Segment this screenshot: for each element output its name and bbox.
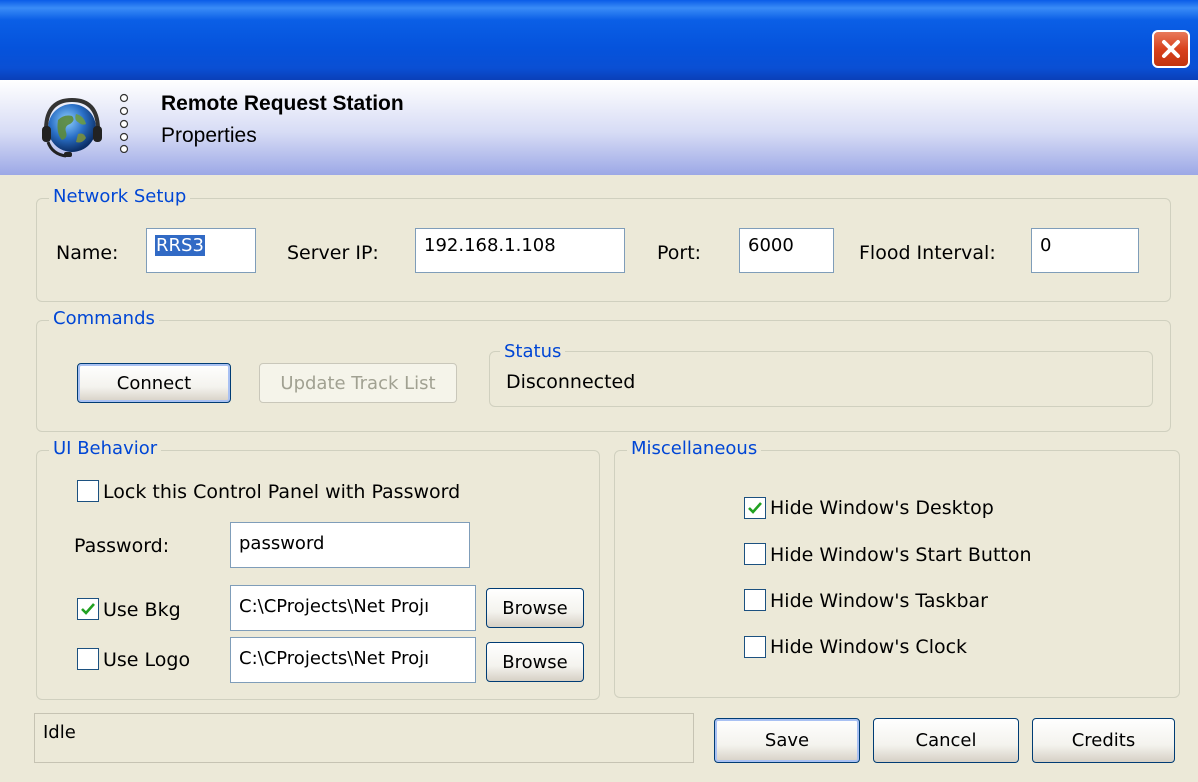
- app-title: Remote Request Station: [161, 92, 404, 115]
- server-ip-label: Server IP:: [287, 242, 379, 264]
- commands-title: Commands: [49, 308, 159, 329]
- checkmark-icon: [748, 502, 762, 514]
- lock-panel-checkbox[interactable]: [77, 480, 99, 502]
- bkg-browse-button[interactable]: Browse: [486, 588, 584, 628]
- checkmark-icon: [81, 603, 95, 615]
- logo-path-field[interactable]: C:\CProjects\Net Projı: [230, 637, 476, 683]
- network-setup-title: Network Setup: [49, 186, 191, 207]
- port-field[interactable]: 6000: [739, 228, 834, 273]
- logo-browse-button[interactable]: Browse: [486, 642, 584, 682]
- name-field[interactable]: RRS3: [146, 228, 256, 273]
- name-value: RRS3: [155, 235, 205, 256]
- close-button[interactable]: [1152, 30, 1190, 68]
- status-bar-text: Idle: [43, 722, 76, 743]
- use-bkg-label: Use Bkg: [103, 599, 181, 621]
- cancel-button[interactable]: Cancel: [873, 718, 1019, 763]
- server-ip-field[interactable]: 192.168.1.108: [415, 228, 625, 273]
- header-separator-dots: [117, 93, 131, 154]
- use-logo-checkbox[interactable]: [77, 648, 99, 670]
- hide-clock-checkbox[interactable]: [744, 636, 766, 658]
- credits-button[interactable]: Credits: [1032, 718, 1175, 763]
- bkg-path-field[interactable]: C:\CProjects\Net Projı: [230, 585, 476, 631]
- hide-taskbar-checkbox[interactable]: [744, 589, 766, 611]
- update-track-list-button[interactable]: Update Track List: [259, 363, 457, 403]
- miscellaneous-group: Miscellaneous: [614, 438, 1180, 698]
- password-label: Password:: [74, 535, 170, 557]
- dialog-subtitle: Properties: [161, 124, 257, 147]
- save-button[interactable]: Save: [714, 718, 860, 763]
- port-label: Port:: [657, 242, 702, 264]
- name-label: Name:: [56, 242, 119, 264]
- hide-desktop-label: Hide Window's Desktop: [770, 497, 994, 519]
- hide-start-button-checkbox[interactable]: [744, 543, 766, 565]
- connect-button[interactable]: Connect: [77, 363, 231, 403]
- flood-interval-field[interactable]: 0: [1031, 228, 1139, 273]
- hide-desktop-checkbox[interactable]: [744, 497, 766, 519]
- window-title-bar[interactable]: [0, 0, 1198, 80]
- password-field[interactable]: password: [230, 522, 470, 568]
- connection-status-value: Disconnected: [506, 371, 636, 393]
- flood-interval-label: Flood Interval:: [859, 242, 996, 264]
- hide-start-button-label: Hide Window's Start Button: [770, 544, 1032, 566]
- close-icon: [1162, 40, 1180, 58]
- status-title: Status: [500, 341, 566, 362]
- miscellaneous-title: Miscellaneous: [627, 438, 762, 459]
- use-bkg-checkbox[interactable]: [77, 598, 99, 620]
- lock-panel-label: Lock this Control Panel with Password: [103, 481, 461, 503]
- hide-clock-label: Hide Window's Clock: [770, 636, 968, 658]
- hide-taskbar-label: Hide Window's Taskbar: [770, 590, 988, 612]
- use-logo-label: Use Logo: [103, 649, 191, 671]
- globe-headset-logo-icon: [36, 90, 108, 162]
- status-bar: Idle: [34, 713, 694, 763]
- ui-behavior-title: UI Behavior: [49, 438, 162, 459]
